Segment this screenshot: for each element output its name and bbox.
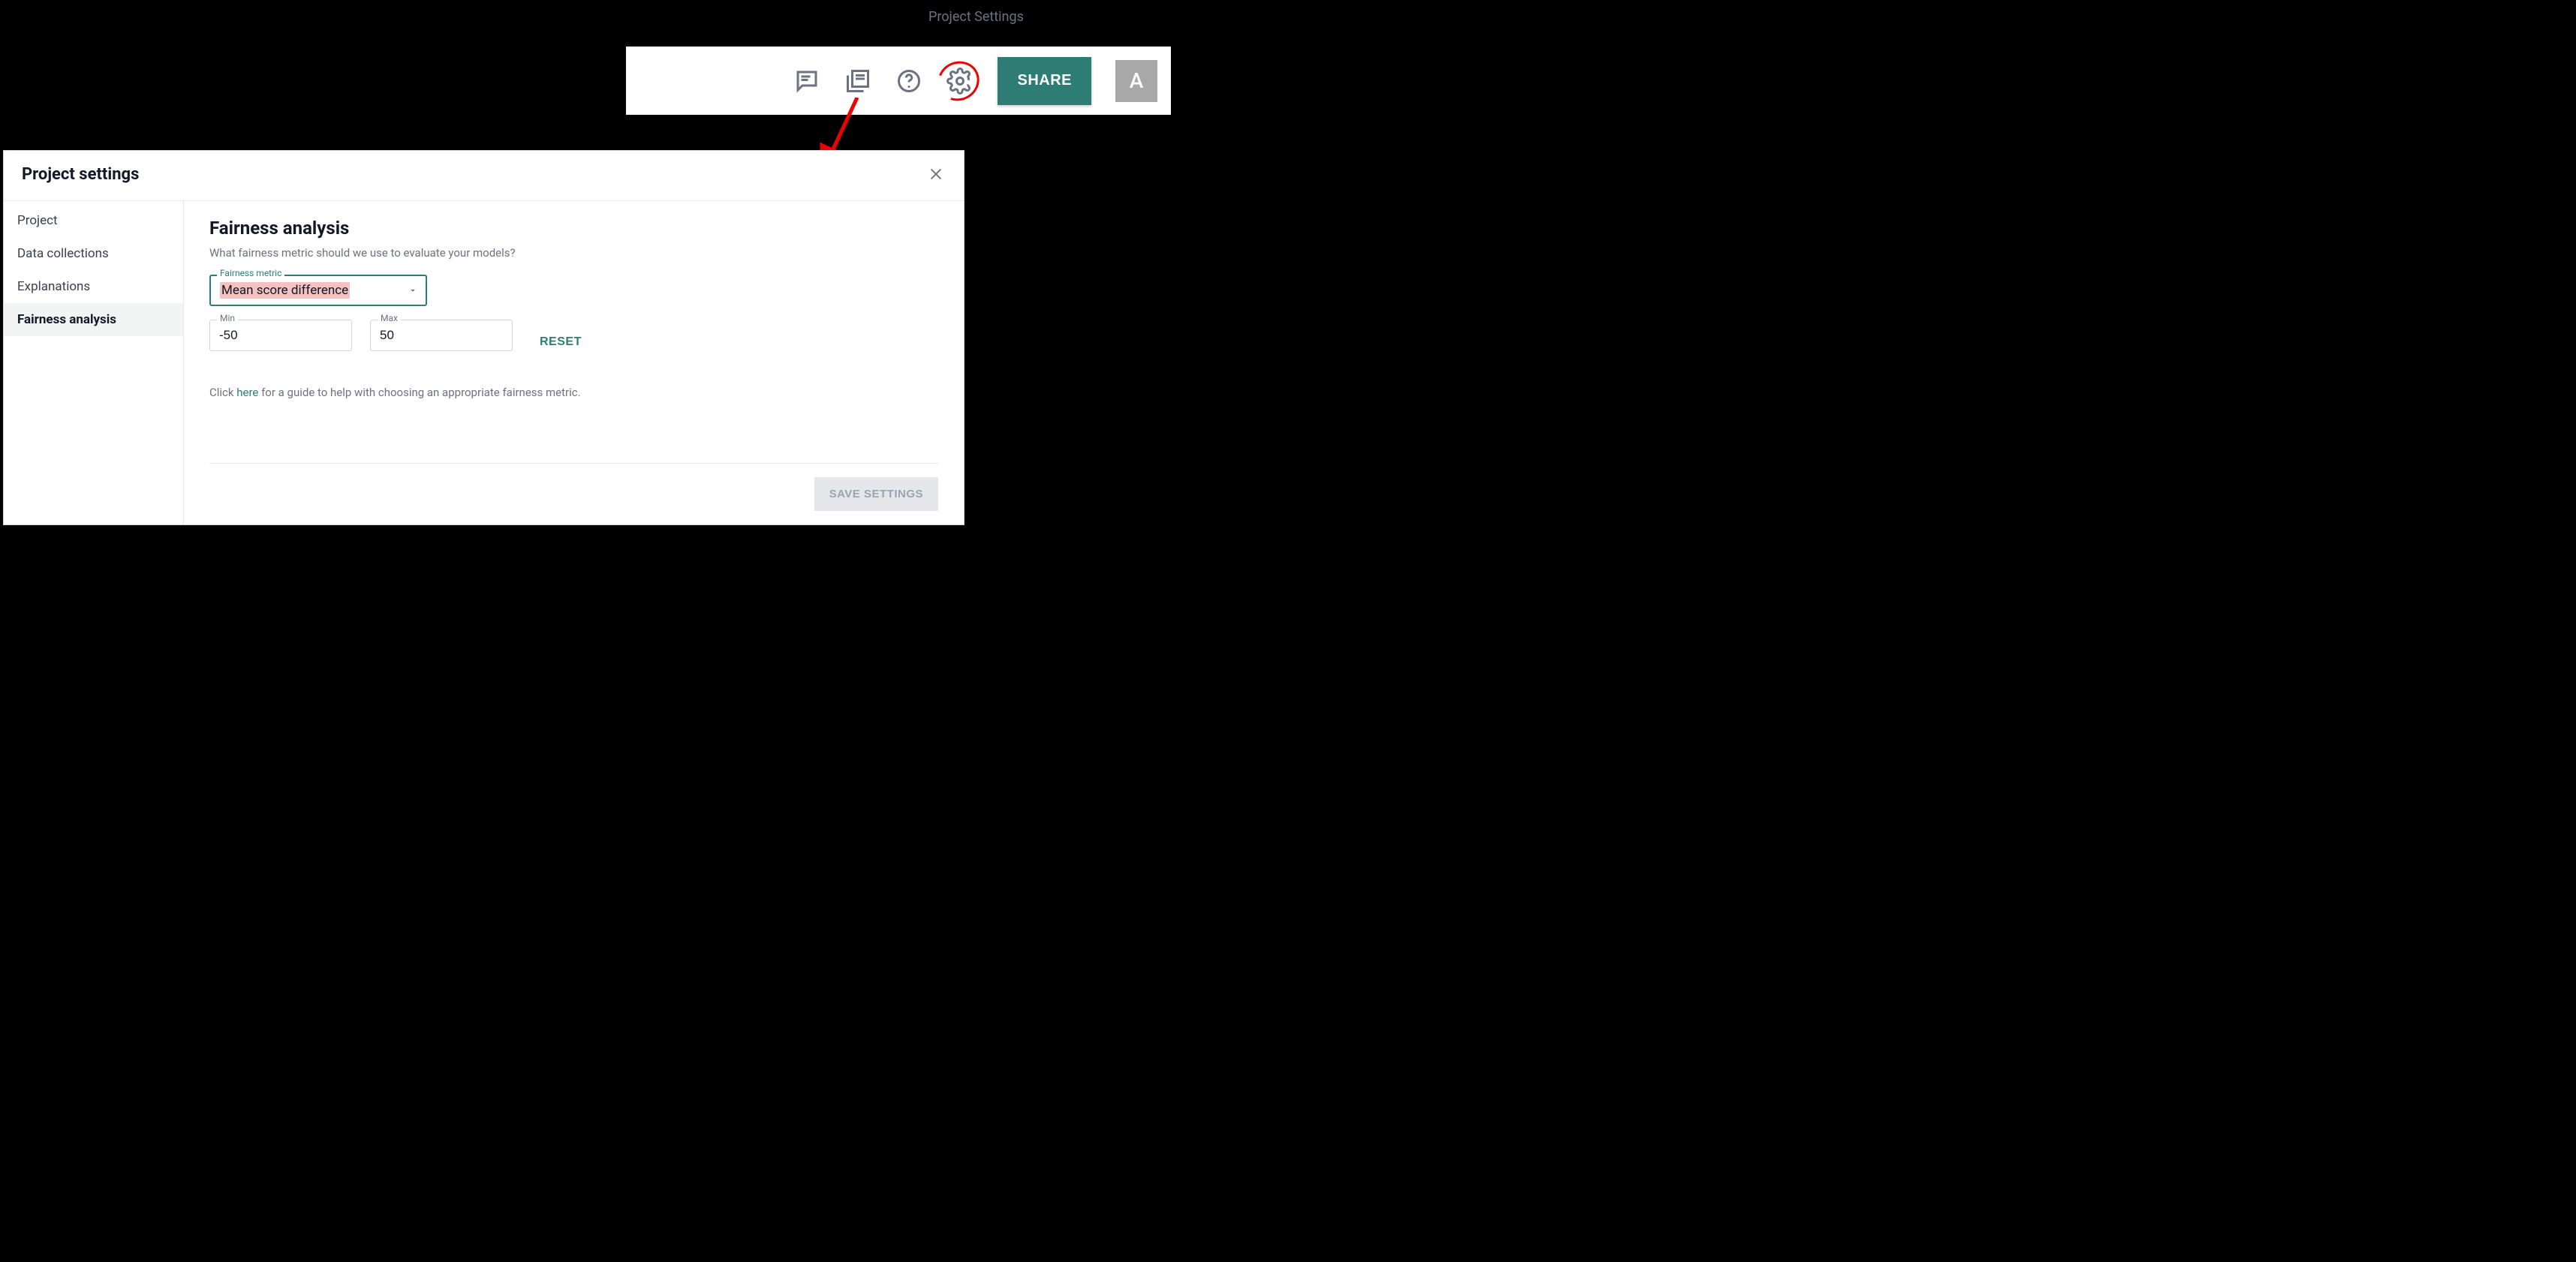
annotation-connector [890, 24, 928, 25]
sidebar-item-fairness-analysis[interactable]: Fairness analysis [4, 303, 183, 336]
max-field: Max [370, 320, 513, 351]
library-icon[interactable] [844, 68, 871, 95]
toolbar: SHARE A [626, 47, 1171, 115]
reset-button[interactable]: RESET [540, 335, 582, 349]
settings-sidebar: Project Data collections Explanations Fa… [4, 201, 184, 524]
help-suffix: for a guide to help with choosing an app… [258, 386, 580, 399]
sidebar-item-project[interactable]: Project [4, 204, 183, 237]
section-title: Fairness analysis [209, 218, 938, 239]
sidebar-item-data-collections[interactable]: Data collections [4, 237, 183, 270]
max-label: Max [378, 313, 401, 323]
help-text: Click here for a guide to help with choo… [209, 386, 938, 399]
fairness-metric-label: Fairness metric [217, 268, 284, 278]
avatar[interactable]: A [1115, 60, 1157, 102]
max-input[interactable] [370, 320, 513, 351]
min-field: Min [209, 320, 352, 351]
project-settings-modal: Project settings Project Data collection… [3, 150, 964, 525]
fairness-metric-value: Mean score difference [220, 282, 350, 299]
chat-icon[interactable] [793, 68, 820, 95]
chevron-down-icon [408, 285, 418, 296]
save-settings-button[interactable]: SAVE SETTINGS [814, 477, 938, 511]
help-prefix: Click [209, 386, 236, 399]
share-button[interactable]: SHARE [998, 57, 1091, 105]
fairness-metric-field: Fairness metric Mean score difference [209, 275, 938, 306]
section-subtitle: What fairness metric should we use to ev… [209, 246, 938, 260]
min-label: Min [217, 313, 238, 323]
close-button[interactable] [926, 164, 946, 184]
settings-content: Fairness analysis What fairness metric s… [184, 201, 964, 524]
help-icon[interactable] [895, 68, 922, 95]
modal-body: Project Data collections Explanations Fa… [4, 201, 964, 524]
fairness-metric-select[interactable]: Mean score difference [209, 275, 427, 306]
help-link[interactable]: here [236, 386, 258, 399]
sidebar-item-explanations[interactable]: Explanations [4, 270, 183, 303]
settings-icon[interactable] [946, 68, 974, 95]
modal-footer: SAVE SETTINGS [209, 463, 938, 511]
modal-title: Project settings [22, 165, 139, 184]
annotation-label: Project Settings [928, 9, 1024, 25]
min-input[interactable] [209, 320, 352, 351]
min-max-row: Min Max RESET [209, 320, 938, 365]
modal-header: Project settings [4, 151, 964, 201]
